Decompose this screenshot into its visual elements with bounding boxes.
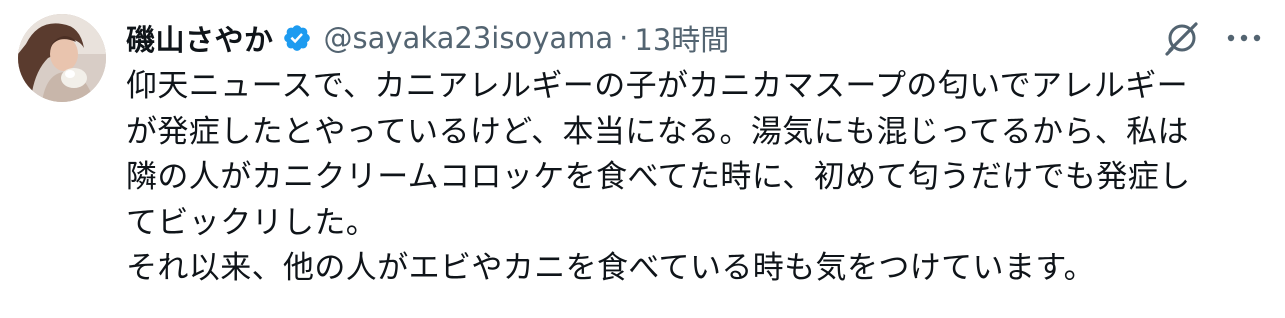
timestamp[interactable]: 13時間 (634, 17, 729, 59)
display-name[interactable]: 磯山さやか (126, 17, 274, 59)
more-options-button[interactable] (1221, 15, 1267, 61)
header-actions (1143, 14, 1267, 62)
verified-badge-icon (282, 23, 312, 53)
tweet-text: 仰天ニュースで、カニアレルギーの子がカニカマスープの匂いでアレルギー が発症した… (126, 64, 1256, 292)
avatar[interactable] (18, 14, 106, 102)
tweet-text-line: それ以来、他の人がエビやカニを食べている時も気をつけています。 (126, 250, 1096, 286)
tweet-header: 磯山さやか @sayaka23isoyama · 13時間 (126, 16, 729, 60)
tweet-text-line: てビックリした。 (126, 204, 378, 241)
avatar-image (18, 14, 106, 102)
grok-icon (1165, 22, 1198, 56)
separator-dot: · (619, 21, 629, 55)
tweet-text-line: 隣の人がカニクリームコロッケを食べてた時に、初めて匂うだけでも発症し (126, 159, 1191, 195)
more-icon (1227, 34, 1261, 42)
tweet-card[interactable]: 磯山さやか @sayaka23isoyama · 13時間 仰天ニュースで、カニ… (0, 0, 1285, 318)
grok-button[interactable] (1159, 15, 1205, 61)
tweet-text-line: が発症したとやっているけど、本当になる。湯気にも混じってるから、私は (126, 113, 1189, 150)
user-handle[interactable]: @sayaka23isoyama (324, 21, 614, 55)
tweet-text-line: 仰天ニュースで、カニアレルギーの子がカニカマスープの匂いでアレルギー (126, 68, 1189, 104)
